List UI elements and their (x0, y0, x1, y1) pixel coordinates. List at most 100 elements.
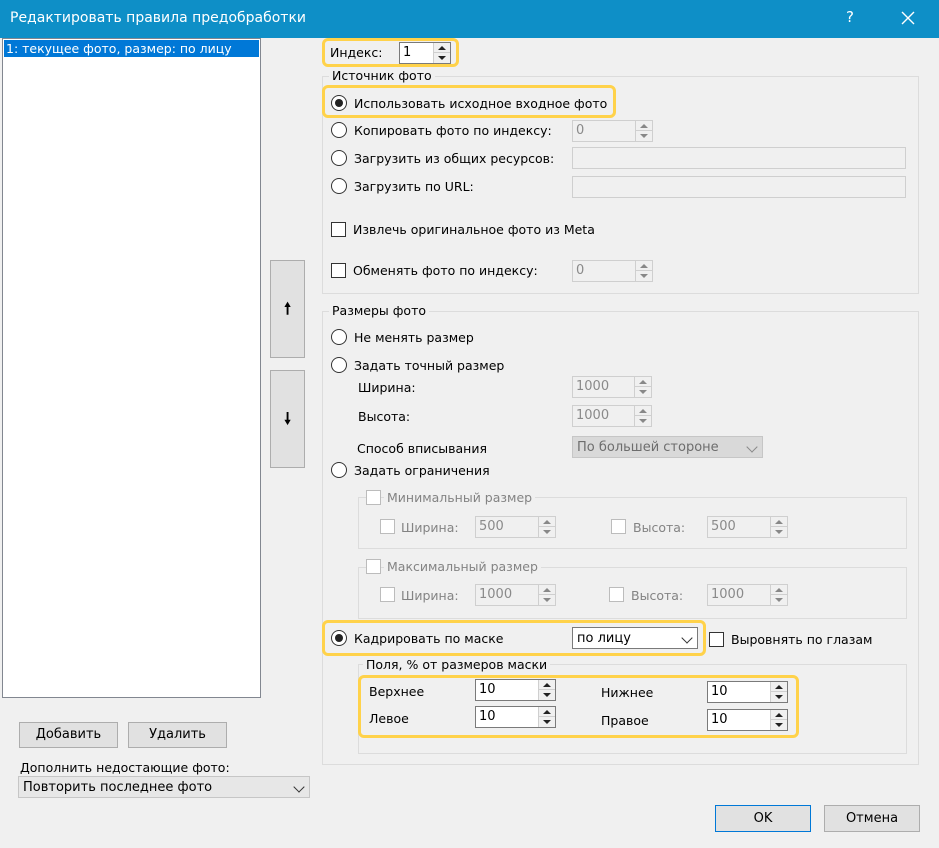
checkbox-swap-index[interactable] (331, 263, 346, 278)
fill-missing-label: Дополнить недостающие фото: (20, 760, 230, 775)
spin-down-icon[interactable] (771, 720, 787, 730)
width-label: Ширина: (358, 380, 416, 395)
url-input[interactable] (572, 176, 906, 198)
radio-exact-size[interactable] (331, 357, 347, 373)
spin-up-icon[interactable] (434, 43, 450, 53)
bottom-margin-spinner[interactable]: 10 (707, 681, 788, 703)
checkbox-align-eyes[interactable] (709, 632, 724, 647)
spin-down-icon[interactable] (636, 271, 652, 281)
max-height-label: Высота: (631, 588, 684, 603)
checkbox-max-size[interactable] (366, 559, 381, 574)
radio-constraints[interactable] (331, 462, 347, 478)
title-bar: Редактировать правила предобработки ? (0, 0, 939, 38)
top-margin-spinner[interactable]: 10 (475, 679, 556, 701)
constraints-label: Задать ограничения (354, 463, 490, 478)
spin-down-icon[interactable] (771, 595, 787, 605)
arrow-down-icon: 🠗 (284, 409, 291, 428)
height-label: Высота: (358, 409, 411, 424)
checkbox-min-size[interactable] (366, 490, 381, 505)
spin-up-icon[interactable] (636, 261, 652, 271)
spin-down-icon[interactable] (771, 527, 787, 537)
spin-down-icon[interactable] (434, 53, 450, 63)
fill-missing-select[interactable]: Повторить последнее фото (18, 776, 310, 798)
spin-down-icon[interactable] (635, 416, 651, 426)
window-title: Редактировать правила предобработки (10, 10, 307, 26)
index-label: Индекс: (330, 45, 383, 60)
top-margin-label: Верхнее (369, 684, 425, 699)
copy-index-spinner[interactable]: 0 (572, 120, 653, 142)
rules-list[interactable]: 1: текущее фото, размер: по лицу (2, 38, 261, 698)
move-down-button[interactable]: 🠗 (270, 370, 305, 468)
max-width-spinner[interactable]: 1000 (475, 584, 556, 606)
radio-crop-mask[interactable] (331, 630, 347, 646)
radio-no-resize[interactable] (331, 329, 347, 345)
max-width-label: Ширина: (401, 588, 459, 603)
extract-meta-label: Извлечь оригинальное фото из Meta (353, 222, 595, 237)
spin-down-icon[interactable] (539, 717, 555, 727)
spin-down-icon[interactable] (771, 692, 787, 702)
radio-copy-index[interactable] (331, 122, 347, 138)
chevron-down-icon (746, 441, 758, 453)
spin-up-icon[interactable] (635, 377, 651, 387)
spin-up-icon[interactable] (636, 121, 652, 131)
spin-down-icon[interactable] (635, 387, 651, 397)
spin-up-icon[interactable] (771, 710, 787, 720)
spin-up-icon[interactable] (539, 585, 555, 595)
load-url-label: Загрузить по URL: (354, 179, 474, 194)
shared-resource-input[interactable] (572, 147, 906, 169)
load-shared-label: Загрузить из общих ресурсов: (354, 151, 555, 166)
fit-mode-select[interactable]: По большей стороне (572, 436, 763, 458)
swap-index-spinner[interactable]: 0 (572, 260, 653, 282)
checkbox-max-height[interactable] (609, 587, 624, 602)
width-spinner[interactable]: 1000 (572, 376, 652, 398)
fit-mode-label: Способ вписывания (357, 441, 487, 456)
use-input-label: Использовать исходное входное фото (354, 96, 608, 111)
close-icon[interactable] (893, 3, 923, 33)
spin-down-icon[interactable] (539, 690, 555, 700)
delete-button[interactable]: Удалить (128, 722, 227, 748)
max-height-spinner[interactable]: 1000 (707, 584, 788, 606)
crop-mask-select[interactable]: по лицу (572, 627, 698, 649)
checkbox-max-width[interactable] (380, 587, 395, 602)
cancel-button[interactable]: Отмена (824, 805, 920, 832)
radio-use-input[interactable] (331, 95, 347, 111)
spin-up-icon[interactable] (771, 585, 787, 595)
right-margin-spinner[interactable]: 10 (707, 709, 788, 731)
min-size-title: Минимальный размер (384, 490, 536, 505)
spin-up-icon[interactable] (539, 517, 555, 527)
radio-load-url[interactable] (331, 178, 347, 194)
help-button[interactable]: ? (840, 8, 860, 26)
spin-down-icon[interactable] (539, 527, 555, 537)
list-item[interactable]: 1: текущее фото, размер: по лицу (4, 40, 259, 57)
min-height-label: Высота: (633, 520, 686, 535)
left-margin-label: Левое (369, 711, 409, 726)
arrow-up-icon: 🠕 (284, 299, 291, 318)
spin-down-icon[interactable] (636, 131, 652, 141)
spin-up-icon[interactable] (539, 680, 555, 690)
checkbox-min-height[interactable] (611, 519, 626, 534)
spin-up-icon[interactable] (771, 517, 787, 527)
margins-group (358, 664, 907, 754)
height-spinner[interactable]: 1000 (572, 405, 652, 427)
exact-size-label: Задать точный размер (354, 358, 505, 373)
bottom-margin-label: Нижнее (601, 685, 654, 700)
move-up-button[interactable]: 🠕 (270, 260, 305, 358)
ok-button[interactable]: OK (715, 805, 811, 832)
radio-load-shared[interactable] (331, 150, 347, 166)
right-margin-label: Правое (601, 713, 649, 728)
spin-down-icon[interactable] (539, 595, 555, 605)
checkbox-extract-meta[interactable] (331, 222, 346, 237)
add-button[interactable]: Добавить (19, 722, 118, 748)
checkbox-min-width[interactable] (380, 519, 395, 534)
left-margin-spinner[interactable]: 10 (475, 706, 556, 728)
min-width-spinner[interactable]: 500 (475, 516, 556, 538)
spin-up-icon[interactable] (771, 682, 787, 692)
margins-title: Поля, % от размеров маски (363, 657, 551, 672)
swap-index-label: Обменять фото по индексу: (353, 263, 538, 278)
crop-mask-label: Кадрировать по маске (354, 631, 504, 646)
chevron-down-icon (293, 781, 305, 793)
spin-up-icon[interactable] (539, 707, 555, 717)
spin-up-icon[interactable] (635, 406, 651, 416)
index-spinner[interactable]: 1 (399, 42, 451, 64)
min-height-spinner[interactable]: 500 (707, 516, 788, 538)
